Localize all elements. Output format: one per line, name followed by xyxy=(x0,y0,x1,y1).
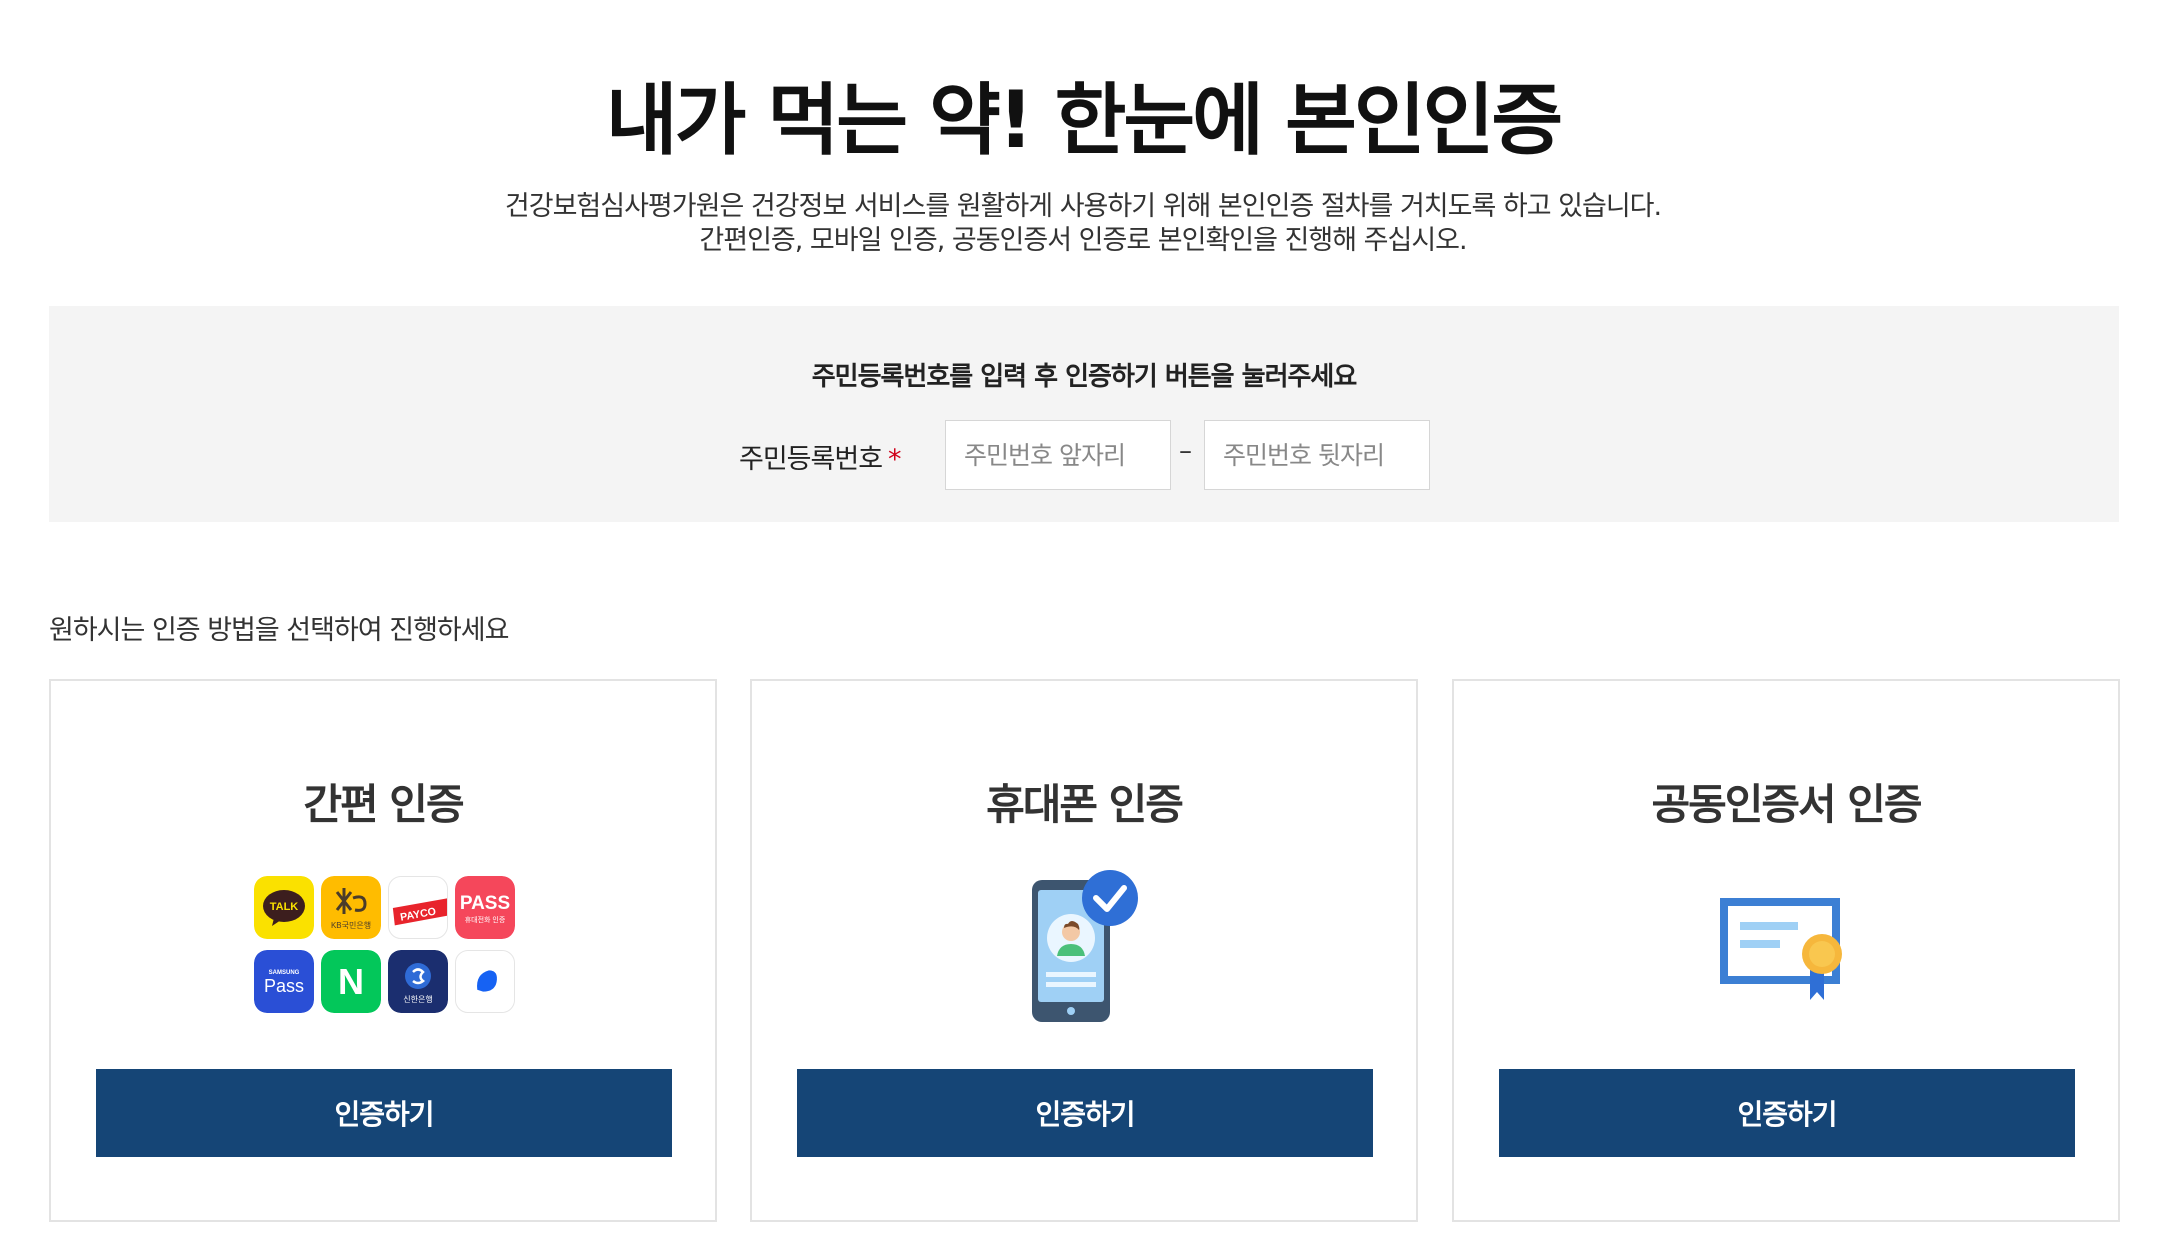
pass-icon-text: PASS xyxy=(460,893,510,914)
smartphone-check-icon xyxy=(752,866,1416,1026)
kb-bank-icon-text: KB국민은행 xyxy=(331,920,371,930)
shinhan-bank-icon: 신한은행 xyxy=(388,950,448,1013)
payco-icon: PAYCO xyxy=(388,876,448,939)
simple-auth-app-grid: TALK KB국민은행 PAYCO PASS 휴대전화 인증 SAMSUNG P… xyxy=(254,876,516,1016)
kb-bank-icon: KB국민은행 xyxy=(321,876,381,939)
naver-icon: N xyxy=(321,950,381,1013)
resident-number-back-input[interactable] xyxy=(1204,420,1430,490)
kakaotalk-icon: TALK xyxy=(254,876,314,939)
page-title: 내가 먹는 약! 한눈에 본인인증 xyxy=(605,76,1563,166)
certificate-auth-button[interactable]: 인증하기 xyxy=(1499,1069,2075,1157)
resident-number-front-input[interactable] xyxy=(945,420,1171,490)
id-instruction: 주민등록번호를 입력 후 인증하기 버튼을 눌러주세요 xyxy=(811,362,1358,392)
phone-auth-card: 휴대폰 인증 인증하기 xyxy=(750,679,1418,1222)
certificate-auth-title: 공동인증서 인증 xyxy=(1651,780,1922,829)
phone-auth-button[interactable]: 인증하기 xyxy=(797,1069,1373,1157)
shinhan-bank-icon-text: 신한은행 xyxy=(403,994,432,1004)
resident-number-label-text: 주민등록번호 xyxy=(739,444,883,475)
kakaotalk-icon-text: TALK xyxy=(270,901,299,913)
resident-number-label: 주민등록번호 * xyxy=(739,437,902,476)
description-line-1: 건강보험심사평가원은 건강정보 서비스를 원활하게 사용하기 위해 본인인증 절… xyxy=(504,191,1662,222)
description-line-2: 간편인증, 모바일 인증, 공동인증서 인증로 본인확인을 진행해 주십시오. xyxy=(699,225,1467,256)
pass-icon: PASS 휴대전화 인증 xyxy=(455,876,515,939)
pass-icon-subtext: 휴대전화 인증 xyxy=(465,915,506,924)
certificate-auth-card: 공동인증서 인증 인증하기 xyxy=(1452,679,2120,1222)
required-mark: * xyxy=(888,444,901,475)
resident-number-separator: – xyxy=(1179,436,1192,466)
simple-auth-button[interactable]: 인증하기 xyxy=(96,1069,672,1157)
toss-icon xyxy=(455,950,515,1013)
phone-auth-title: 휴대폰 인증 xyxy=(986,780,1184,829)
method-select-prompt: 원하시는 인증 방법을 선택하여 진행하세요 xyxy=(49,615,509,646)
samsung-pass-icon-text: Pass xyxy=(264,976,304,996)
simple-auth-title: 간편 인증 xyxy=(303,780,464,829)
simple-auth-card: 간편 인증 TALK KB국민은행 PAYCO PASS 휴대전화 인증 SAM… xyxy=(49,679,717,1222)
samsung-pass-icon: SAMSUNG Pass xyxy=(254,950,314,1013)
certificate-icon xyxy=(1454,888,2118,1008)
resident-number-panel: 주민등록번호를 입력 후 인증하기 버튼을 눌러주세요 주민등록번호* – xyxy=(49,306,2119,522)
page-description: 건강보험심사평가원은 건강정보 서비스를 원활하게 사용하기 위해 본인인증 절… xyxy=(0,190,2166,258)
naver-icon-text: N xyxy=(338,961,364,1002)
